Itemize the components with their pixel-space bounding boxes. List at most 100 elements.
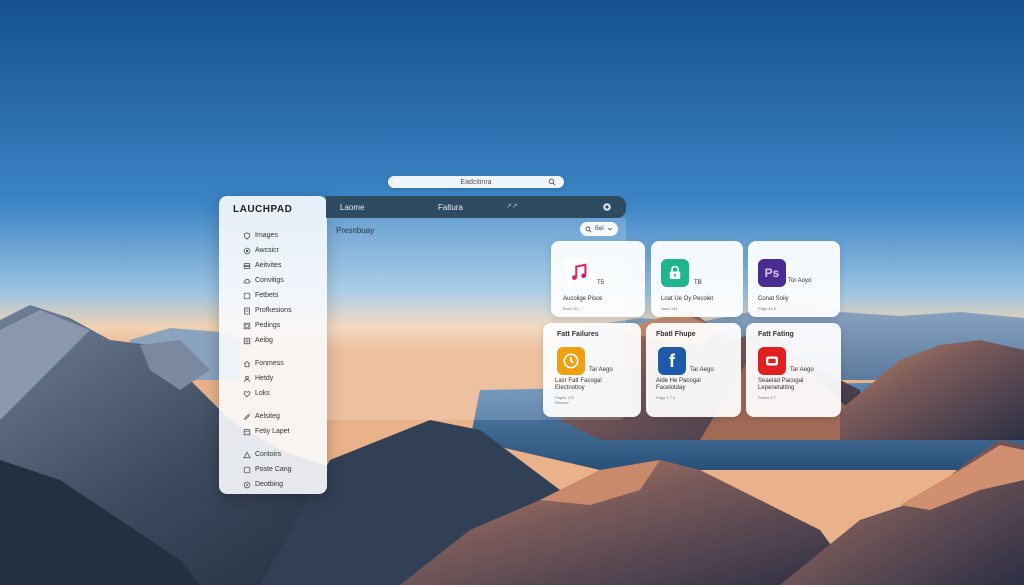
search-bar[interactable]: Eadcitinra: [388, 176, 564, 188]
home-icon: [243, 360, 251, 367]
sidebar-item-label: Aeitvites: [255, 262, 282, 269]
card-meta: Bora 411: [563, 306, 579, 311]
card-meta: Naus 411: [661, 306, 678, 311]
sidebar-item-label: Awcsicr: [255, 247, 279, 254]
grid-icon: [243, 337, 251, 344]
card-meta: Pags 44 0: [758, 306, 777, 311]
card-title: Loat Ue Oy Pecolet: [661, 296, 714, 302]
sidebar-item-label: Images: [255, 232, 278, 239]
card-title: Lasr Fatt Facogal Electnottoy: [555, 378, 602, 391]
app-card[interactable]: Fatt Failures Tar Aego Lasr Fatt Facogal…: [543, 323, 641, 417]
document-icon: [244, 307, 250, 314]
compass-icon: [243, 481, 251, 488]
card-badge: Tor Aoyo: [788, 278, 812, 284]
sidebar-item-label: Pedings: [255, 322, 281, 329]
sidebar-item-deotbing[interactable]: Deotbing: [229, 477, 317, 492]
card-badge: Tar Aego: [589, 367, 613, 373]
card-meta: Panss 4.7: [758, 395, 776, 400]
sidebar-item-aeitvites[interactable]: Aeitvites: [229, 258, 317, 273]
pen-icon: [244, 413, 250, 420]
title-bar: Laome Faltura ↗↗: [326, 196, 626, 218]
tab-home[interactable]: Laome: [340, 203, 364, 212]
card-heading: Fbatl Fhupe: [656, 331, 696, 338]
person-icon: [244, 375, 250, 382]
sidebar-item-pedings[interactable]: Pedings: [229, 318, 317, 333]
sidebar-group-1: Images Awcsicr Aeitvites Convitigs Fetbe…: [229, 228, 317, 348]
sidebar: LAUCHPAD Images Awcsicr Aeitvites Convit…: [219, 196, 327, 494]
expand-control[interactable]: ↗↗: [506, 202, 518, 210]
sidebar-item-fonmess[interactable]: Fonmess: [229, 356, 317, 371]
sidebar-item-label: Contoirs: [255, 451, 282, 458]
sidebar-item-awcsicr[interactable]: Awcsicr: [229, 243, 317, 258]
sidebar-item-label: Profkesions: [255, 307, 292, 314]
video-icon: [758, 347, 786, 375]
sidebar-item-label: Poste Cang: [255, 466, 292, 473]
card-title: Aucolige Pisce: [563, 296, 603, 302]
target-icon: [243, 247, 251, 254]
card-badge: TB: [694, 280, 702, 286]
box-icon: [243, 428, 251, 435]
sidebar-item-label: Fetiy Lapet: [255, 428, 290, 435]
tab-features[interactable]: Faltura: [438, 203, 463, 212]
square-icon: [243, 292, 251, 299]
card-badge: T5: [597, 280, 605, 286]
sidebar-item-label: Fetbets: [255, 292, 279, 299]
photoshop-icon: Ps: [758, 259, 786, 287]
sidebar-item-contoirs[interactable]: Contoirs: [229, 447, 317, 462]
sidebar-item-hetdy[interactable]: Hetdy: [229, 371, 317, 386]
app-logo-title: LAUCHPAD: [233, 204, 293, 215]
sidebar-item-convitigs[interactable]: Convitigs: [229, 273, 317, 288]
search-icon[interactable]: [548, 178, 556, 186]
main-panel: Laome Faltura ↗↗ Presnbuay Bel T5 Aucoli…: [326, 196, 841, 429]
section-title: Presnbuay: [336, 226, 375, 235]
sidebar-item-label: Hetdy: [255, 375, 274, 382]
square-icon: [243, 466, 251, 473]
sidebar-item-images[interactable]: Images: [229, 228, 317, 243]
app-card[interactable]: Fbatl Fhupe f Tar Aego Aide He Pacogal F…: [646, 323, 741, 417]
heart-icon: [243, 390, 251, 397]
app-card[interactable]: TB Loat Ue Oy Pecolet Naus 411: [651, 241, 743, 317]
card-badge: Tar Aego: [790, 367, 814, 373]
stack-icon: [243, 262, 251, 269]
music-icon: [565, 259, 593, 287]
card-title: Aide He Pacogal Facelotday: [656, 378, 701, 391]
sidebar-item-fetiy-lapet[interactable]: Fetiy Lapet: [229, 424, 317, 439]
app-card[interactable]: T5 Aucolige Pisce Bora 411: [551, 241, 645, 317]
sidebar-group-3: Aelsiteg Fetiy Lapet: [229, 409, 317, 439]
filter-label: Bel: [595, 226, 604, 232]
sidebar-group-2: Fonmess Hetdy Loks: [229, 356, 317, 401]
sidebar-item-label: Deotbing: [255, 481, 284, 488]
app-card[interactable]: Fatt Fating Tar Aego Seaelad Pacogal Lep…: [746, 323, 841, 417]
sidebar-item-profkesions[interactable]: Profkesions: [229, 303, 317, 318]
sidebar-item-label: Convitigs: [255, 277, 284, 284]
sidebar-item-aeibg[interactable]: Aeibg: [229, 333, 317, 348]
sidebar-item-aelsiteg[interactable]: Aelsiteg: [229, 409, 317, 424]
sidebar-item-loks[interactable]: Loks: [229, 386, 317, 401]
sidebar-item-label: Aeibg: [255, 337, 273, 344]
sidebar-item-fetbets[interactable]: Fetbets: [229, 288, 317, 303]
card-heading: Fatt Fating: [758, 331, 794, 338]
sidebar-item-label: Loks: [255, 390, 270, 397]
sidebar-item-poste-cang[interactable]: Poste Cang: [229, 462, 317, 477]
card-badge: Tar Aego: [690, 367, 714, 373]
search-icon: [585, 226, 592, 232]
clock-icon: [557, 347, 585, 375]
shield-icon: [243, 231, 251, 240]
lock-icon: [661, 259, 689, 287]
search-placeholder: Eadcitinra: [460, 178, 492, 186]
sidebar-item-label: Aelsiteg: [255, 413, 280, 420]
launchpad-window: LAUCHPAD Images Awcsicr Aeitvites Convit…: [219, 196, 841, 494]
sidebar-group-4: Contoirs Poste Cang Deotbing: [229, 447, 317, 492]
app-card[interactable]: Ps Tor Aoyo Conat Soiiy Pags 44 0: [748, 241, 840, 317]
filter-dropdown[interactable]: Bel: [580, 222, 618, 236]
gear-icon[interactable]: [602, 202, 612, 212]
card-meta: Pags 1 7 0: [656, 395, 676, 400]
facebook-icon: f: [658, 347, 686, 375]
card-title: Conat Soiiy: [758, 296, 789, 302]
card-heading: Fatt Failures: [557, 331, 599, 338]
sidebar-item-label: Fonmess: [255, 360, 284, 367]
cloud-icon: [243, 278, 251, 283]
triangle-icon: [243, 451, 251, 458]
chevron-down-icon: [607, 227, 612, 231]
frame-icon: [243, 322, 251, 329]
